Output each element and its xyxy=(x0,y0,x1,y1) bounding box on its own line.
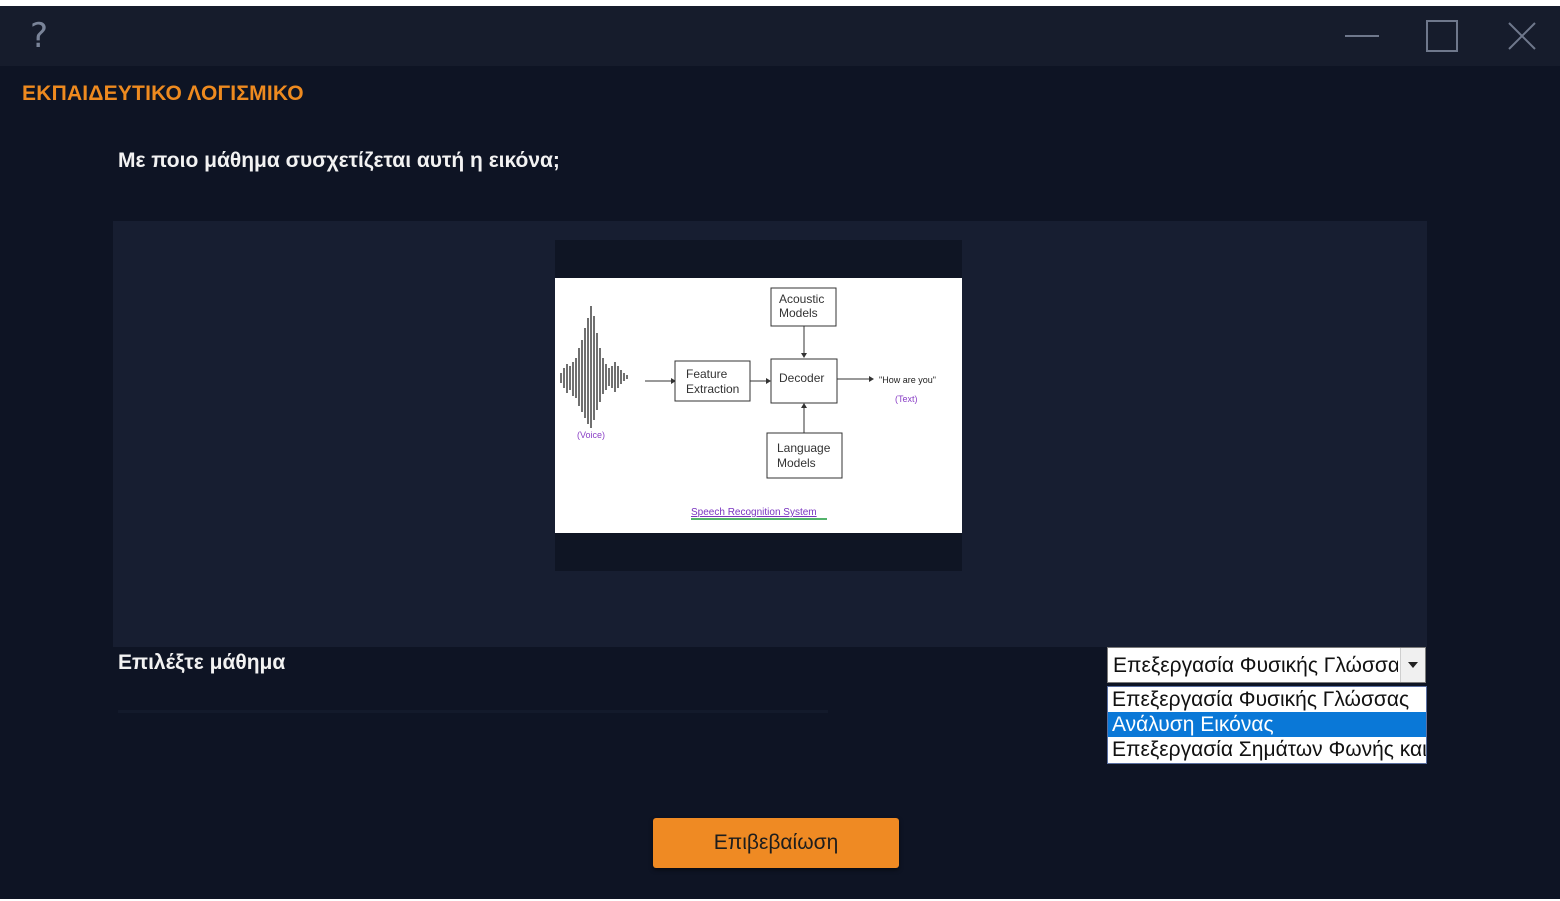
voice-label: (Voice) xyxy=(577,430,605,440)
course-option[interactable]: Επεξεργασία Σημάτων Φωνής και xyxy=(1108,737,1426,762)
acoustic-label-2: Models xyxy=(779,306,818,320)
acoustic-label-1: Acoustic xyxy=(779,292,824,306)
help-icon[interactable]: ? xyxy=(22,16,56,56)
maximize-button[interactable] xyxy=(1420,16,1464,56)
course-select[interactable]: Επεξεργασία Φυσικής Γλώσσας xyxy=(1107,647,1426,683)
course-dropdown-list: Επεξεργασία Φυσικής Γλώσσας Ανάλυση Εικό… xyxy=(1107,686,1427,764)
minimize-button[interactable] xyxy=(1340,16,1384,56)
image-frame: (Voice) Feature Extraction Acoustic Mode… xyxy=(555,240,962,571)
text-label: (Text) xyxy=(895,394,918,404)
image-panel: (Voice) Feature Extraction Acoustic Mode… xyxy=(113,221,1427,647)
voice-waveform xyxy=(560,306,628,428)
app-title: ΕΚΠΑΙΔΕΥΤΙΚΟ ΛΟΓΙΣΜΙΚΟ xyxy=(22,82,304,105)
title-bar: ? xyxy=(0,6,1560,66)
language-label-2: Models xyxy=(777,456,816,470)
question-text: Με ποιο μάθημα συσχετίζεται αυτή η εικόν… xyxy=(118,149,560,172)
diagram-caption: Speech Recognition System xyxy=(691,507,817,518)
close-button[interactable] xyxy=(1500,16,1544,56)
divider xyxy=(118,710,828,713)
course-option[interactable]: Επεξεργασία Φυσικής Γλώσσας xyxy=(1108,687,1426,712)
maximize-icon xyxy=(1426,20,1458,52)
chevron-down-icon xyxy=(1408,662,1418,668)
app-window: ? ΕΚΠΑΙΔΕΥΤΙΚΟ ΛΟΓΙΣΜΙΚΟ Με ποιο μάθημα … xyxy=(0,6,1560,899)
course-option-highlighted[interactable]: Ανάλυση Εικόνας xyxy=(1108,712,1426,737)
course-select-value: Επεξεργασία Φυσικής Γλώσσας xyxy=(1113,654,1398,677)
feature-label-2: Extraction xyxy=(686,382,739,396)
feature-label-1: Feature xyxy=(686,367,728,381)
dropdown-arrow-button[interactable] xyxy=(1400,648,1425,682)
language-label-1: Language xyxy=(777,441,831,455)
decoder-label: Decoder xyxy=(779,371,824,385)
confirm-button[interactable]: Επιβεβαίωση xyxy=(653,818,899,868)
speech-recognition-diagram: (Voice) Feature Extraction Acoustic Mode… xyxy=(555,278,962,533)
minimize-icon xyxy=(1345,35,1379,37)
select-course-label: Επιλέξτε μάθημα xyxy=(118,651,286,674)
close-icon xyxy=(1508,22,1536,50)
output-text: "How are you" xyxy=(879,375,936,385)
